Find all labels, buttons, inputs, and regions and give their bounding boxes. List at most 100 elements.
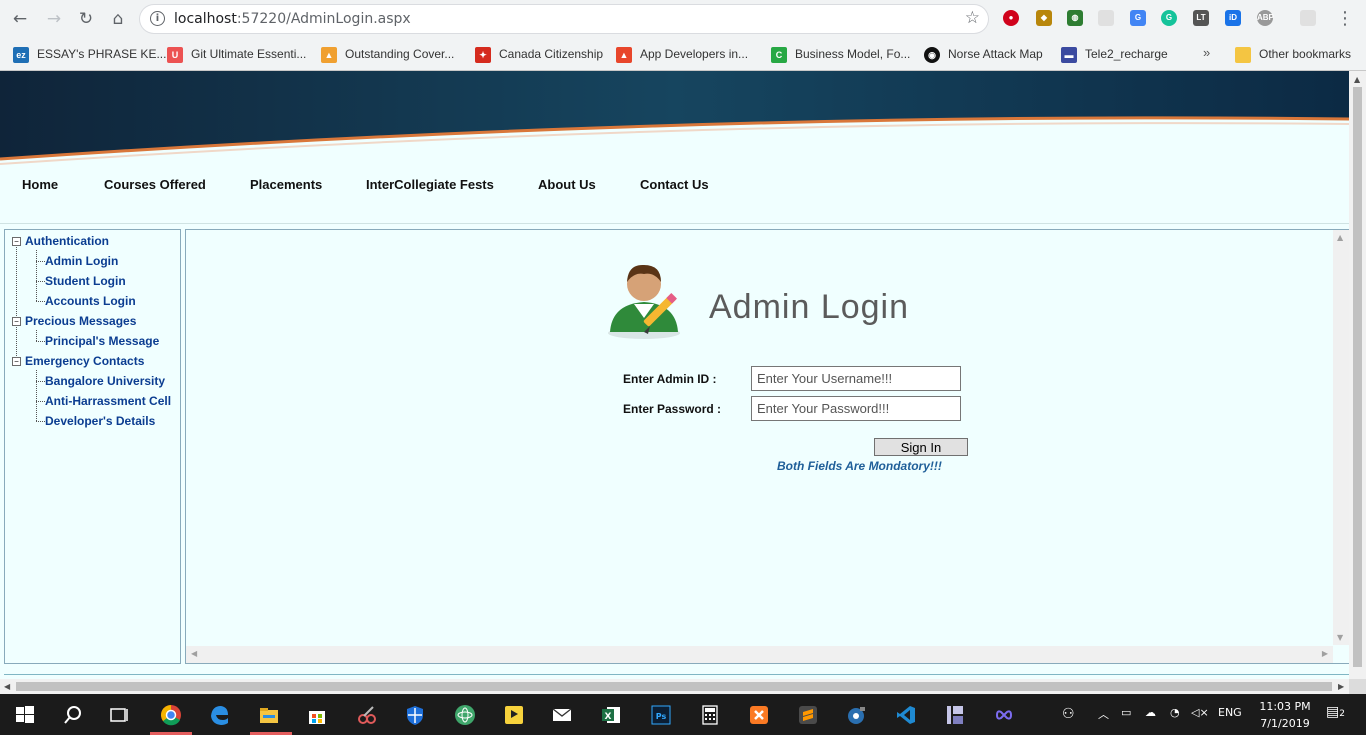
menu-item-courses[interactable]: Courses Offered [104, 177, 206, 192]
adblock-extension-icon[interactable]: ● [1003, 10, 1019, 26]
chart-icon: ▲ [321, 46, 337, 63]
sign-in-button[interactable]: Sign In [874, 438, 968, 456]
media-app-icon[interactable] [845, 704, 867, 726]
xampp-icon[interactable] [748, 704, 770, 726]
id-extension-icon[interactable]: iD [1225, 10, 1241, 26]
onedrive-icon[interactable]: ☁ [1145, 706, 1156, 719]
scroll-right-arrow-icon[interactable]: ▶ [1322, 649, 1328, 658]
file-explorer-icon[interactable] [258, 704, 280, 726]
calculator-icon[interactable] [699, 704, 721, 726]
edge-icon[interactable] [208, 704, 230, 726]
grammarly-icon[interactable]: G [1161, 10, 1177, 26]
tree-item-student-login[interactable]: Student Login [45, 274, 126, 288]
address-bar[interactable]: i localhost:57220/AdminLogin.aspx ☆ [140, 5, 988, 33]
scroll-right-arrow-icon[interactable]: ▶ [1338, 682, 1344, 691]
tree-connector [36, 341, 45, 342]
tree-group-authentication[interactable]: Authentication [25, 234, 109, 248]
store-icon[interactable] [306, 704, 328, 726]
windows-start-icon[interactable] [14, 704, 36, 726]
search-icon[interactable] [62, 704, 84, 726]
forward-arrow-icon[interactable]: → [44, 9, 64, 29]
tree-item-anti-harrassment-cell[interactable]: Anti-Harrassment Cell [45, 394, 171, 408]
tree-item-bangalore-university[interactable]: Bangalore University [45, 374, 165, 388]
tree-group-precious-messages[interactable]: Precious Messages [25, 314, 136, 328]
lt-extension-icon[interactable]: LT [1193, 10, 1209, 26]
vscode-icon[interactable] [895, 704, 917, 726]
tree-item-accounts-login[interactable]: Accounts Login [45, 294, 136, 308]
bookmark-item[interactable]: C Business Model, Fo... [771, 44, 910, 64]
more-bookmarks-chevron[interactable]: » [1203, 45, 1210, 60]
page-horizontal-scrollbar[interactable]: ◀ ▶ [0, 679, 1349, 694]
bookmark-item[interactable]: U Git Ultimate Essenti... [167, 44, 306, 64]
menu-item-home[interactable]: Home [22, 177, 58, 192]
home-icon[interactable]: ⌂ [108, 9, 128, 29]
scroll-left-arrow-icon[interactable]: ◀ [4, 682, 10, 691]
battery-icon[interactable]: ▭ [1121, 706, 1131, 719]
password-field[interactable] [751, 396, 961, 421]
action-center-icon[interactable]: ▤2 [1326, 704, 1345, 720]
snipping-tool-icon[interactable] [356, 704, 378, 726]
clock[interactable]: 11:03 PM 7/1/2019 [1255, 698, 1315, 732]
window-app-icon[interactable] [944, 704, 966, 726]
admin-id-field[interactable] [751, 366, 961, 391]
menu-item-contact[interactable]: Contact Us [640, 177, 709, 192]
photoshop-icon[interactable]: Ps [650, 704, 672, 726]
menu-item-about[interactable]: About Us [538, 177, 596, 192]
tree-item-principals-message[interactable]: Principal's Message [45, 334, 159, 348]
bookmark-item[interactable]: ▲ App Developers in... [616, 44, 748, 64]
bookmark-item[interactable]: ◉ Norse Attack Map [924, 44, 1043, 64]
scrollbar-thumb[interactable] [16, 682, 1332, 691]
tree-group-emergency-contacts[interactable]: Emergency Contacts [25, 354, 144, 368]
menu-item-fests[interactable]: InterCollegiate Fests [366, 177, 494, 192]
people-icon[interactable]: ⚇ [1062, 706, 1075, 722]
wifi-icon[interactable]: ◔ [1170, 706, 1180, 719]
collapse-toggle-icon[interactable]: − [12, 357, 21, 366]
media-player-icon[interactable] [503, 704, 525, 726]
bookmark-star-icon[interactable]: ☆ [965, 8, 980, 28]
scroll-left-arrow-icon[interactable]: ◀ [191, 649, 197, 658]
scroll-up-arrow-icon[interactable]: ▲ [1337, 233, 1343, 242]
abp-icon[interactable]: ABP [1257, 10, 1274, 26]
back-arrow-icon[interactable]: ← [10, 9, 30, 29]
atom-icon[interactable] [454, 704, 476, 726]
windows-defender-icon[interactable] [404, 704, 426, 726]
browser-toolbar: ← → ↻ ⌂ i localhost:57220/AdminLogin.asp… [0, 0, 1366, 38]
collapse-toggle-icon[interactable]: − [12, 317, 21, 326]
scroll-up-arrow-icon[interactable]: ▲ [1354, 75, 1360, 84]
menu-divider [0, 223, 1349, 224]
other-bookmarks[interactable]: Other bookmarks [1235, 44, 1351, 64]
infinity-app-icon[interactable] [993, 704, 1015, 726]
chrome-icon[interactable] [160, 704, 182, 726]
bookmark-item[interactable]: ▲ Outstanding Cover... [321, 44, 454, 64]
bookmark-item[interactable]: ▬ Tele2_recharge [1061, 44, 1168, 64]
extension-icon[interactable] [1300, 10, 1316, 26]
page-vertical-scrollbar[interactable]: ▲ [1349, 71, 1366, 679]
google-translate-icon[interactable]: G [1130, 10, 1146, 26]
extension-icon[interactable]: ◆ [1036, 10, 1052, 26]
scrollbar-thumb[interactable] [1353, 87, 1362, 667]
collapse-toggle-icon[interactable]: − [12, 237, 21, 246]
tree-item-developers-details[interactable]: Developer's Details [45, 414, 155, 428]
excel-icon[interactable]: X [600, 704, 622, 726]
show-hidden-icons-chevron[interactable]: ︿ [1098, 706, 1109, 722]
scroll-down-arrow-icon[interactable]: ▼ [1337, 633, 1343, 642]
menu-item-placements[interactable]: Placements [250, 177, 322, 192]
extension-icon[interactable] [1098, 10, 1114, 26]
windows-taskbar: X Ps ⚇ ︿ ▭ ☁ ◔ ◁× ENG 11:03 PM 7/1/2019 … [0, 694, 1366, 735]
tree-item-admin-login[interactable]: Admin Login [45, 254, 118, 268]
frame-vertical-scrollbar[interactable]: ▲ ▼ [1333, 230, 1349, 645]
url-text[interactable]: localhost:57220/AdminLogin.aspx [174, 11, 411, 27]
volume-icon[interactable]: ◁× [1191, 706, 1209, 719]
sublime-text-icon[interactable] [797, 704, 819, 726]
chrome-menu-icon[interactable]: ⋮ [1336, 8, 1354, 29]
language-indicator[interactable]: ENG [1218, 706, 1242, 719]
bookmark-item[interactable]: ez ESSAY's PHRASE KE... [13, 44, 166, 64]
task-view-icon[interactable] [108, 704, 130, 726]
frame-horizontal-scrollbar[interactable]: ◀ ▶ [186, 646, 1333, 663]
c-icon: C [771, 46, 787, 63]
reload-icon[interactable]: ↻ [76, 9, 96, 29]
bookmark-item[interactable]: ✦ Canada Citizenship [475, 44, 603, 64]
site-info-icon[interactable]: i [150, 11, 165, 26]
globe-extension-icon[interactable]: ◍ [1067, 10, 1083, 26]
mail-icon[interactable] [551, 704, 573, 726]
